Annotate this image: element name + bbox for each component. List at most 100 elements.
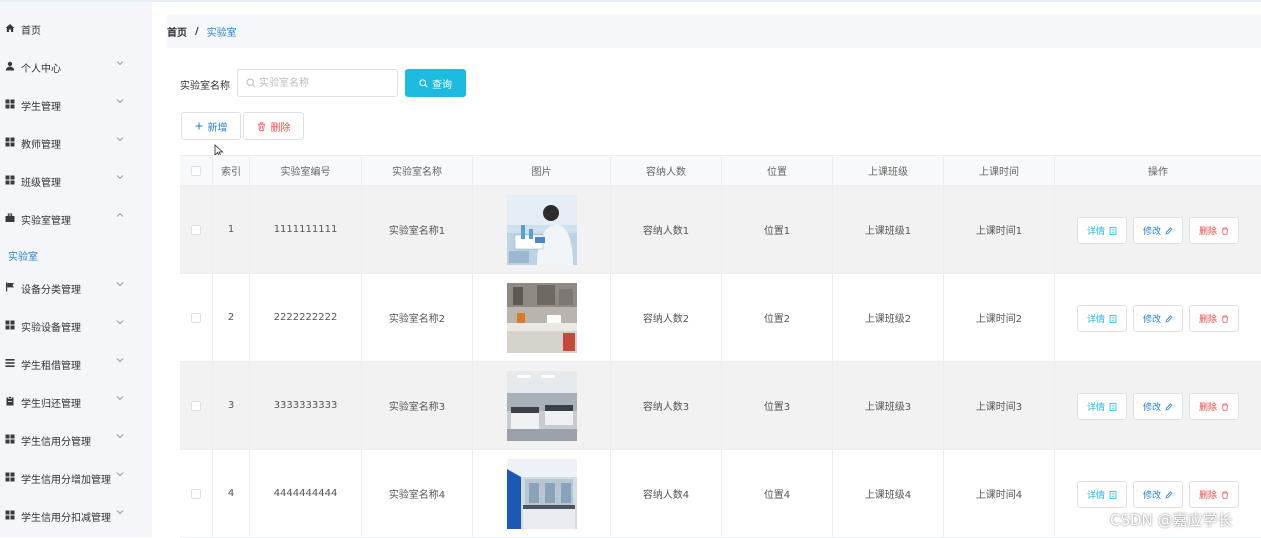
table-row: 3 3333333333 实验室名称3 容纳人数3 位置3 上课班级3 上课时间… — [180, 362, 1261, 450]
sidebar-item-rentals[interactable]: 学生租借管理 — [0, 345, 152, 383]
sidebar-subitem-lab[interactable]: 实验室 — [8, 248, 38, 263]
index-cell: 1 — [213, 186, 250, 273]
row-select-cell — [180, 362, 213, 449]
name-cell: 实验室名称4 — [362, 450, 473, 537]
table-row: 1 1111111111 实验室名称1 容纳人数1 位置1 上课班级1 上课时间… — [180, 186, 1261, 274]
edit-button[interactable]: 修改 — [1133, 481, 1183, 508]
detail-button[interactable]: 详情 — [1077, 217, 1127, 244]
trash-icon — [257, 121, 265, 131]
sidebar-item-label: 学生租借管理 — [21, 361, 81, 372]
delete-button[interactable]: 删除 — [243, 112, 304, 140]
pencil-icon — [1165, 402, 1173, 411]
detail-button[interactable]: 详情 — [1077, 305, 1127, 332]
header-cell: 容纳人数 — [611, 156, 722, 185]
grid-icon — [5, 320, 15, 330]
class-cell: 上课班级1 — [833, 186, 944, 273]
time-cell: 上课时间4 — [944, 450, 1055, 537]
grid-icon — [5, 99, 15, 109]
capacity-cell: 容纳人数4 — [611, 450, 722, 537]
header-cell: 实验室名称 — [362, 156, 473, 185]
actions-cell: 详情 修改 删除 — [1055, 186, 1261, 273]
search-input-wrapper[interactable] — [237, 69, 398, 97]
index-cell: 2 — [213, 274, 250, 361]
edit-button[interactable]: 修改 — [1133, 217, 1183, 244]
sidebar-item-classes[interactable]: 班级管理 — [0, 162, 152, 200]
sidebar-item-returns[interactable]: 学生归还管理 — [0, 383, 152, 421]
search-input[interactable] — [259, 75, 389, 91]
query-button-label: 查询 — [432, 79, 452, 91]
sidebar-item-label: 学生信用分增加管理 — [21, 475, 111, 486]
search-icon — [246, 78, 256, 88]
class-cell: 上课班级2 — [833, 274, 944, 361]
index-cell: 3 — [213, 362, 250, 449]
chevron-up-icon — [116, 212, 124, 217]
remove-button[interactable]: 删除 — [1189, 393, 1239, 420]
sidebar-item-label: 实验室管理 — [21, 216, 71, 227]
remove-button[interactable]: 删除 — [1189, 217, 1239, 244]
trash-icon — [1221, 314, 1229, 323]
list-icon — [5, 358, 15, 368]
sidebar-item-credit-add[interactable]: 学生信用分增加管理 — [0, 459, 152, 497]
add-button-label: 新增 — [207, 122, 228, 134]
sidebar-item-label: 班级管理 — [21, 178, 61, 189]
sidebar-item-students[interactable]: 学生管理 — [0, 86, 152, 124]
sidebar-item-home[interactable]: 首页 — [0, 10, 152, 48]
query-button[interactable]: 查询 — [405, 69, 466, 97]
detail-button[interactable]: 详情 — [1077, 481, 1127, 508]
image-cell — [473, 362, 611, 449]
sidebar-item-credit-deduct[interactable]: 学生信用分扣减管理 — [0, 497, 152, 535]
remove-button[interactable]: 删除 — [1189, 305, 1239, 332]
breadcrumb-separator: / — [195, 25, 199, 37]
sidebar-item-labs[interactable]: 实验室管理 — [0, 200, 152, 238]
sidebar-item-teachers[interactable]: 教师管理 — [0, 124, 152, 162]
header-cell: 上课时间 — [944, 156, 1055, 185]
grid-icon — [5, 175, 15, 185]
sidebar-item-label: 设备分类管理 — [21, 285, 81, 296]
remove-button-label: 删除 — [1198, 315, 1217, 325]
index-cell: 4 — [213, 450, 250, 537]
pencil-icon — [1165, 490, 1173, 499]
sidebar-item-lab-devices[interactable]: 实验设备管理 — [0, 307, 152, 345]
row-select-cell — [180, 186, 213, 273]
edit-button[interactable]: 修改 — [1133, 393, 1183, 420]
row-checkbox[interactable] — [191, 488, 201, 499]
chevron-down-icon — [116, 472, 124, 477]
time-cell: 上课时间1 — [944, 186, 1055, 273]
location-cell: 位置4 — [722, 450, 833, 537]
chevron-down-icon — [116, 99, 124, 104]
sidebar-item-device-category[interactable]: 设备分类管理 — [0, 269, 152, 307]
breadcrumb: 首页 / 实验室 — [167, 14, 1261, 48]
lab-photo-blue — [506, 458, 577, 529]
chevron-down-icon — [116, 510, 124, 515]
row-checkbox[interactable] — [191, 312, 201, 323]
chevron-down-icon — [116, 358, 124, 363]
sidebar-item-credit[interactable]: 学生信用分管理 — [0, 421, 152, 459]
table-header: 索引 实验室编号 实验室名称 图片 容纳人数 位置 上课班级 上课时间 操作 — [180, 155, 1261, 186]
search-label: 实验室名称 — [180, 81, 230, 92]
search-icon — [419, 78, 428, 88]
main-content: 首页 / 实验室 实验室名称 查询 新增 删除 索引 实验室编号 实验室名称 图… — [152, 2, 1261, 538]
remove-button[interactable]: 删除 — [1189, 481, 1239, 508]
row-checkbox[interactable] — [191, 400, 201, 411]
breadcrumb-home[interactable]: 首页 — [167, 24, 187, 39]
detail-button[interactable]: 详情 — [1077, 393, 1127, 420]
edit-button[interactable]: 修改 — [1133, 305, 1183, 332]
grid-icon — [5, 137, 15, 147]
watermark: CSDN @嘉应学长 — [1110, 511, 1233, 529]
sidebar-item-personal[interactable]: 个人中心 — [0, 48, 152, 86]
sidebar: 首页 个人中心 学生管理 教师管理 班级管理 实验室管理 实验室 设备分类管理 … — [0, 2, 152, 537]
document-icon — [1109, 226, 1117, 235]
lab-photo-room — [506, 370, 577, 441]
row-checkbox[interactable] — [191, 224, 201, 235]
select-all-checkbox[interactable] — [191, 165, 201, 176]
detail-button-label: 详情 — [1086, 491, 1105, 501]
time-cell: 上课时间3 — [944, 362, 1055, 449]
document-icon — [1109, 402, 1117, 411]
image-cell — [473, 186, 611, 273]
lab-photo-researcher — [506, 194, 577, 265]
trash-icon — [1221, 490, 1229, 499]
add-button[interactable]: 新增 — [181, 112, 241, 140]
location-cell: 位置1 — [722, 186, 833, 273]
sidebar-item-label: 学生管理 — [21, 102, 61, 113]
number-cell: 4444444444 — [250, 450, 362, 537]
